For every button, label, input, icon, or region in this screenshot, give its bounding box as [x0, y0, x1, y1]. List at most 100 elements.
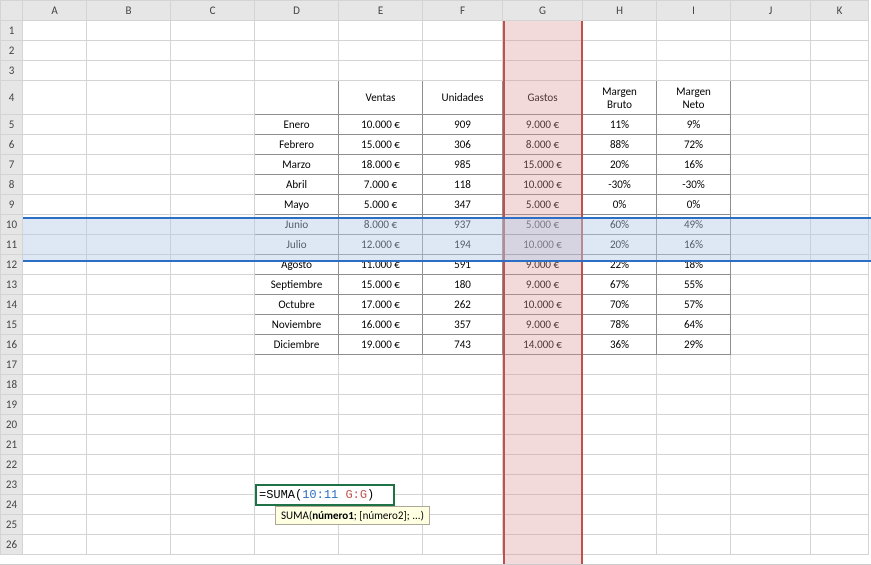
cell-ventas[interactable]: 7.000 € — [339, 175, 423, 195]
cell[interactable] — [503, 535, 583, 555]
cell[interactable] — [731, 81, 811, 115]
cell-margen-bruto[interactable]: 0% — [583, 195, 657, 215]
cell-unidades[interactable]: 262 — [423, 295, 503, 315]
cell[interactable] — [811, 495, 869, 515]
cell[interactable] — [339, 41, 423, 61]
cell[interactable] — [731, 535, 811, 555]
col-header-J[interactable]: J — [731, 1, 811, 21]
cell[interactable] — [657, 415, 731, 435]
cell[interactable] — [731, 275, 811, 295]
cell[interactable] — [657, 535, 731, 555]
cell[interactable] — [255, 455, 339, 475]
cell[interactable] — [583, 355, 657, 375]
cell-ventas[interactable]: 12.000 € — [339, 235, 423, 255]
cell[interactable] — [503, 455, 583, 475]
cell[interactable] — [171, 135, 255, 155]
cell[interactable] — [731, 41, 811, 61]
cell[interactable] — [423, 375, 503, 395]
row-header-12[interactable]: 12 — [1, 255, 23, 275]
header-margen-bruto[interactable]: MargenBruto — [583, 81, 657, 115]
cell[interactable] — [23, 175, 87, 195]
cell-unidades[interactable]: 985 — [423, 155, 503, 175]
cell[interactable] — [23, 335, 87, 355]
cell[interactable] — [423, 21, 503, 41]
cell[interactable] — [171, 61, 255, 81]
cell-margen-neto[interactable]: 16% — [657, 155, 731, 175]
cell[interactable] — [657, 21, 731, 41]
cell[interactable] — [171, 355, 255, 375]
cell[interactable] — [503, 435, 583, 455]
cell[interactable] — [23, 135, 87, 155]
cell-gastos[interactable]: 5.000 € — [503, 215, 583, 235]
row-header-19[interactable]: 19 — [1, 395, 23, 415]
cell[interactable] — [87, 115, 171, 135]
cell[interactable] — [811, 275, 869, 295]
cell[interactable] — [657, 475, 731, 495]
cell[interactable] — [811, 81, 869, 115]
cell[interactable] — [23, 235, 87, 255]
cell[interactable] — [171, 515, 255, 535]
cell-ventas[interactable]: 15.000 € — [339, 135, 423, 155]
cell[interactable] — [23, 81, 87, 115]
cell-gastos[interactable]: 9.000 € — [503, 115, 583, 135]
row-header-9[interactable]: 9 — [1, 195, 23, 215]
cell-ventas[interactable]: 11.000 € — [339, 255, 423, 275]
cell-margen-neto[interactable]: 64% — [657, 315, 731, 335]
row-header-15[interactable]: 15 — [1, 315, 23, 335]
cell[interactable] — [255, 21, 339, 41]
cell[interactable] — [811, 475, 869, 495]
cell[interactable] — [339, 535, 423, 555]
cell[interactable] — [87, 81, 171, 115]
cell[interactable] — [339, 395, 423, 415]
cell[interactable] — [87, 255, 171, 275]
cell[interactable] — [23, 195, 87, 215]
cell[interactable] — [657, 61, 731, 81]
cell[interactable] — [339, 435, 423, 455]
row-header-23[interactable]: 23 — [1, 475, 23, 495]
row-header-20[interactable]: 20 — [1, 415, 23, 435]
cell-margen-neto[interactable]: 49% — [657, 215, 731, 235]
cell[interactable] — [811, 535, 869, 555]
cell[interactable] — [811, 335, 869, 355]
cell[interactable] — [23, 315, 87, 335]
col-header-E[interactable]: E — [339, 1, 423, 21]
cell[interactable] — [503, 375, 583, 395]
row-label[interactable]: Septiembre — [255, 275, 339, 295]
cell-ventas[interactable]: 16.000 € — [339, 315, 423, 335]
cell[interactable] — [171, 215, 255, 235]
row-header-7[interactable]: 7 — [1, 155, 23, 175]
cell-unidades[interactable]: 347 — [423, 195, 503, 215]
cell[interactable] — [657, 395, 731, 415]
cell[interactable] — [657, 515, 731, 535]
cell-margen-bruto[interactable]: 60% — [583, 215, 657, 235]
cell-margen-bruto[interactable]: -30% — [583, 175, 657, 195]
cell[interactable] — [423, 355, 503, 375]
cell[interactable] — [731, 495, 811, 515]
col-header-C[interactable]: C — [171, 1, 255, 21]
cell[interactable] — [171, 255, 255, 275]
cell[interactable] — [87, 315, 171, 335]
cell-gastos[interactable]: 15.000 € — [503, 155, 583, 175]
cell[interactable] — [423, 455, 503, 475]
cell[interactable] — [583, 395, 657, 415]
cell[interactable] — [423, 495, 503, 515]
cell-margen-neto[interactable]: 9% — [657, 115, 731, 135]
cell[interactable] — [255, 395, 339, 415]
col-header-K[interactable]: K — [811, 1, 869, 21]
cell[interactable] — [657, 495, 731, 515]
cell[interactable] — [171, 155, 255, 175]
cell[interactable] — [87, 195, 171, 215]
cell[interactable] — [339, 61, 423, 81]
cell[interactable] — [811, 61, 869, 81]
cell[interactable] — [583, 21, 657, 41]
header-blank[interactable] — [255, 81, 339, 115]
cell[interactable] — [731, 235, 811, 255]
row-label[interactable]: Junio — [255, 215, 339, 235]
col-header-F[interactable]: F — [423, 1, 503, 21]
cell[interactable] — [171, 175, 255, 195]
cell[interactable] — [811, 175, 869, 195]
cell[interactable] — [583, 535, 657, 555]
cell[interactable] — [87, 455, 171, 475]
cell[interactable] — [87, 21, 171, 41]
cell[interactable] — [811, 415, 869, 435]
